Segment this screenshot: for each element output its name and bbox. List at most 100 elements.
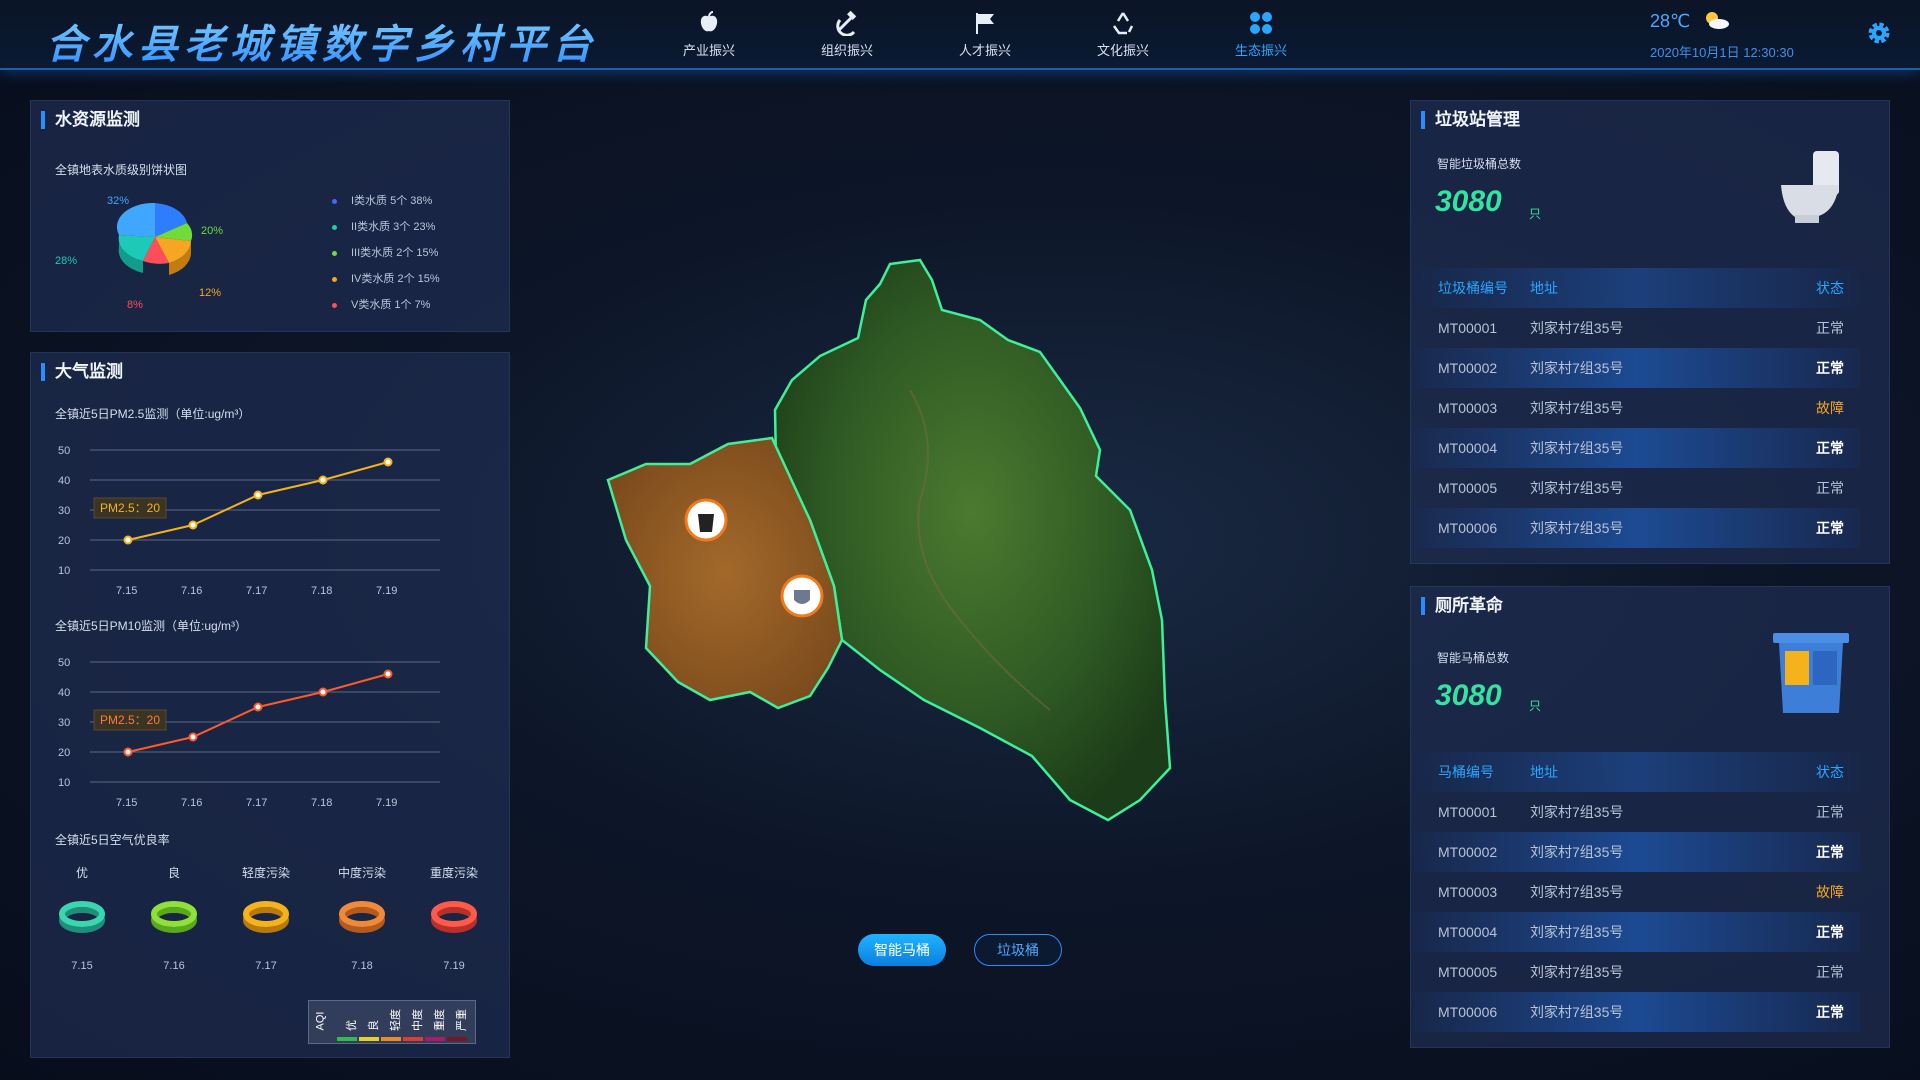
trash-can-marker[interactable]: [684, 498, 728, 542]
nav-item-organization[interactable]: 组织振兴: [778, 8, 916, 59]
table-row[interactable]: MT00006 刘家村7组35号 正常: [1414, 508, 1860, 548]
aqi-date: 7.17: [255, 960, 277, 972]
data-point[interactable]: [383, 669, 393, 679]
aqi-level-label: 优: [75, 866, 88, 880]
legend-text: V类水质 1个 7%: [351, 299, 431, 311]
table-row[interactable]: MT00004 刘家村7组35号 正常: [1414, 912, 1860, 952]
x-tick-label: 7.18: [311, 797, 332, 809]
gear-icon[interactable]: [1866, 20, 1892, 51]
map-region-east[interactable]: [773, 258, 1172, 822]
recycle-icon: [1054, 8, 1192, 38]
data-point[interactable]: [383, 457, 393, 467]
cell-address: 刘家村7组35号: [1530, 400, 1624, 416]
grid-dots-icon: [1192, 8, 1330, 38]
aqi-legend-text: 轻度: [390, 1009, 402, 1031]
cell-status: 故障: [1816, 400, 1844, 416]
weather: 28℃: [1650, 10, 1731, 35]
aqi-level-label: 良: [167, 866, 180, 880]
partly-cloudy-icon: [1701, 10, 1731, 35]
aqi-legend-item: 中度: [403, 1003, 424, 1043]
region-map: [606, 258, 1172, 822]
table-body: MT00001 刘家村7组35号 正常 MT00002 刘家村7组35号 正常 MT0000…: [1414, 308, 1860, 548]
table-row[interactable]: MT00002 刘家村7组35号 正常: [1414, 832, 1860, 872]
cell-status: 正常: [1816, 924, 1844, 940]
data-point[interactable]: [188, 732, 198, 742]
table-row[interactable]: MT00005 刘家村7组35号 正常: [1414, 468, 1860, 508]
unit: 只: [1529, 699, 1542, 713]
panel-title: 水资源监测: [41, 111, 140, 129]
y-tick-label: 20: [58, 535, 70, 547]
data-point[interactable]: [253, 702, 263, 712]
aqi-ring: [243, 901, 289, 933]
datetime: 2020年10月1日 12:30:30: [1650, 45, 1794, 60]
aqi-legend-text: 良: [368, 1020, 380, 1031]
cell-status: 正常: [1816, 520, 1844, 536]
aqi-legend-item: 严重: [447, 1003, 468, 1043]
x-tick-label: 7.16: [181, 797, 202, 809]
table-row[interactable]: MT00003 刘家村7组35号 故障: [1414, 388, 1860, 428]
app-title: 合水县老城镇数字乡村平台: [46, 12, 598, 70]
aqi-legend-item: 重度: [425, 1003, 446, 1043]
y-tick-label: 30: [58, 717, 70, 729]
cell-id: MT00003: [1438, 884, 1498, 900]
aqi-legend-swatch: [337, 1037, 357, 1041]
nav-item-ecology[interactable]: 生态振兴: [1192, 8, 1330, 59]
data-point[interactable]: [188, 520, 198, 530]
pie-legend-item: III类水质 2个 15%: [332, 244, 438, 260]
nav-item-talent[interactable]: 人才振兴: [916, 8, 1054, 59]
total-label: 智能垃圾桶总数: [1437, 157, 1522, 171]
nav-item-industry[interactable]: 产业振兴: [640, 8, 778, 59]
cell-id: MT00001: [1438, 320, 1498, 336]
cell-address: 刘家村7组35号: [1530, 964, 1624, 980]
table-row[interactable]: MT00005 刘家村7组35号 正常: [1414, 952, 1860, 992]
data-point[interactable]: [318, 687, 328, 697]
nav-item-culture[interactable]: 文化振兴: [1054, 8, 1192, 59]
table-row[interactable]: MT00003 刘家村7组35号 故障: [1414, 872, 1860, 912]
y-tick-label: 10: [58, 777, 70, 789]
y-tick-label: 40: [58, 687, 70, 699]
data-point[interactable]: [123, 535, 133, 545]
cell-id: MT00005: [1438, 480, 1498, 496]
aqi-legend-item: 良: [359, 1003, 380, 1043]
water-panel: 水资源监测 全镇地表水质级别饼状图 32% 20% 28% 12% 8%: [30, 100, 510, 332]
total-label: 智能马桶总数: [1437, 651, 1510, 665]
y-tick-label: 50: [58, 445, 70, 457]
cell-address: 刘家村7组35号: [1530, 440, 1624, 456]
pie-legend-item: IV类水质 2个 15%: [332, 270, 440, 286]
total-count: 3080: [1435, 185, 1502, 218]
pm25-chart-title: 全镇近5日PM2.5监测（单位:ug/m³）: [55, 407, 251, 421]
data-point[interactable]: [253, 490, 263, 500]
aqi-level-label: 重度污染: [429, 866, 478, 880]
cell-id: MT00005: [1438, 964, 1498, 980]
toilet-marker[interactable]: [780, 574, 824, 618]
panel-title: 厕所革命: [1421, 597, 1503, 615]
unit: 只: [1529, 207, 1542, 221]
table-row[interactable]: MT00001 刘家村7组35号 正常: [1414, 792, 1860, 832]
panel-title: 垃圾站管理: [1421, 111, 1520, 129]
pm10-chart-title: 全镇近5日PM10监测（单位:ug/m³）: [55, 619, 248, 633]
smart-toilet-button[interactable]: 智能马桶: [858, 934, 946, 966]
cell-status: 正常: [1816, 844, 1844, 860]
hammer-sickle-icon: [778, 8, 916, 38]
x-tick-label: 7.15: [116, 585, 137, 597]
table-row[interactable]: MT00002 刘家村7组35号 正常: [1414, 348, 1860, 388]
y-tick-label: 30: [58, 505, 70, 517]
nav-label: 人才振兴: [958, 43, 1011, 58]
cell-id: MT00006: [1438, 1004, 1498, 1020]
data-point[interactable]: [123, 747, 133, 757]
series-line: [127, 461, 389, 541]
apple-icon: [640, 8, 778, 38]
y-tick-label: 50: [58, 657, 70, 669]
aqi-ring: [151, 901, 197, 933]
col-header: 马桶编号: [1438, 764, 1494, 780]
table-row[interactable]: MT00001 刘家村7组35号 正常: [1414, 308, 1860, 348]
pie-legend-item: I类水质 5个 38%: [332, 192, 432, 208]
aqi-legend-swatch: [381, 1037, 401, 1041]
aqi-level-label: 中度污染: [337, 866, 386, 880]
data-point[interactable]: [318, 475, 328, 485]
trash-can-button[interactable]: 垃圾桶: [974, 934, 1062, 966]
tooltip-text: PM2.5：20: [100, 501, 160, 515]
legend-text: II类水质 3个 23%: [351, 221, 436, 233]
table-row[interactable]: MT00006 刘家村7组35号 正常: [1414, 992, 1860, 1032]
table-row[interactable]: MT00004 刘家村7组35号 正常: [1414, 428, 1860, 468]
